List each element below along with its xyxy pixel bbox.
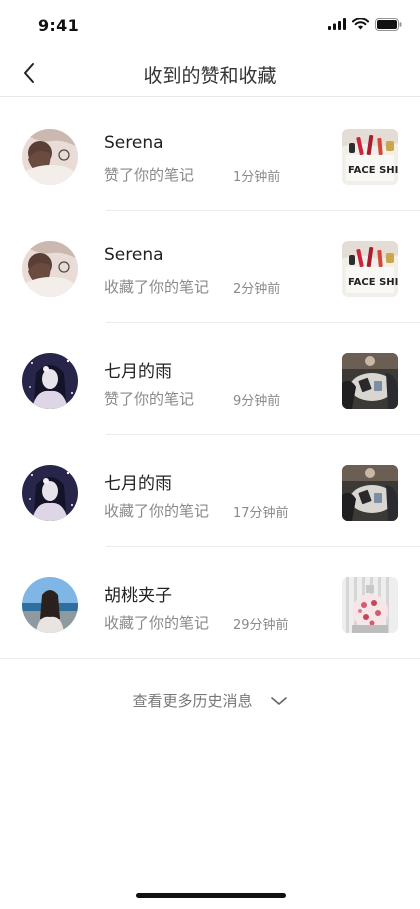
signal-icon: [328, 18, 346, 30]
avatar[interactable]: [22, 129, 78, 185]
note-thumbnail[interactable]: [342, 353, 398, 409]
note-thumbnail[interactable]: FACE SHI: [342, 241, 398, 297]
notification-list: Serena 赞了你的笔记 1分钟前 FACE SHI Serena 收藏了你的…: [0, 99, 420, 659]
more-history-button[interactable]: 查看更多历史消息: [0, 690, 420, 714]
home-indicator: [136, 893, 286, 898]
user-name[interactable]: Serena: [104, 245, 164, 265]
timestamp: 29分钟前: [233, 618, 289, 633]
list-item[interactable]: 七月的雨 收藏了你的笔记 17分钟前: [0, 435, 420, 547]
avatar[interactable]: [22, 465, 78, 521]
action-text: 收藏了你的笔记: [104, 502, 210, 520]
page-title: 收到的赞和收藏: [143, 65, 277, 87]
status-bar: 9:41: [0, 0, 420, 50]
avatar[interactable]: [22, 577, 78, 633]
timestamp: 17分钟前: [233, 506, 289, 521]
list-item[interactable]: Serena 赞了你的笔记 1分钟前 FACE SHI: [0, 99, 420, 211]
battery-icon: [375, 17, 402, 31]
action-text: 收藏了你的笔记: [104, 278, 210, 296]
timestamp: 2分钟前: [233, 282, 281, 297]
svg-text:FACE SHI: FACE SHI: [348, 277, 398, 288]
list-item[interactable]: 胡桃夹子 收藏了你的笔记 29分钟前: [0, 547, 420, 659]
user-name[interactable]: Serena: [104, 133, 164, 153]
action-text: 收藏了你的笔记: [104, 614, 210, 632]
divider: [0, 658, 420, 659]
more-history-label: 查看更多历史消息: [132, 692, 253, 710]
action-text: 赞了你的笔记: [104, 390, 195, 408]
timestamp: 9分钟前: [233, 394, 281, 409]
wifi-icon: [352, 18, 369, 30]
list-item[interactable]: Serena 收藏了你的笔记 2分钟前 FACE SHI: [0, 211, 420, 323]
timestamp: 1分钟前: [233, 170, 281, 185]
user-name[interactable]: 胡桃夹子: [104, 581, 172, 606]
svg-text:FACE SHI: FACE SHI: [348, 165, 398, 176]
status-icons: [328, 17, 402, 31]
list-item[interactable]: 七月的雨 赞了你的笔记 9分钟前: [0, 323, 420, 435]
avatar[interactable]: [22, 241, 78, 297]
status-time: 9:41: [38, 16, 79, 35]
chevron-down-icon: [270, 696, 287, 705]
avatar[interactable]: [22, 353, 78, 409]
note-thumbnail[interactable]: FACE SHI: [342, 129, 398, 185]
note-thumbnail[interactable]: [342, 577, 398, 633]
note-thumbnail[interactable]: [342, 465, 398, 521]
user-name[interactable]: 七月的雨: [104, 469, 172, 494]
action-text: 赞了你的笔记: [104, 166, 195, 184]
user-name[interactable]: 七月的雨: [104, 357, 172, 382]
nav-bar: 收到的赞和收藏: [0, 50, 420, 97]
